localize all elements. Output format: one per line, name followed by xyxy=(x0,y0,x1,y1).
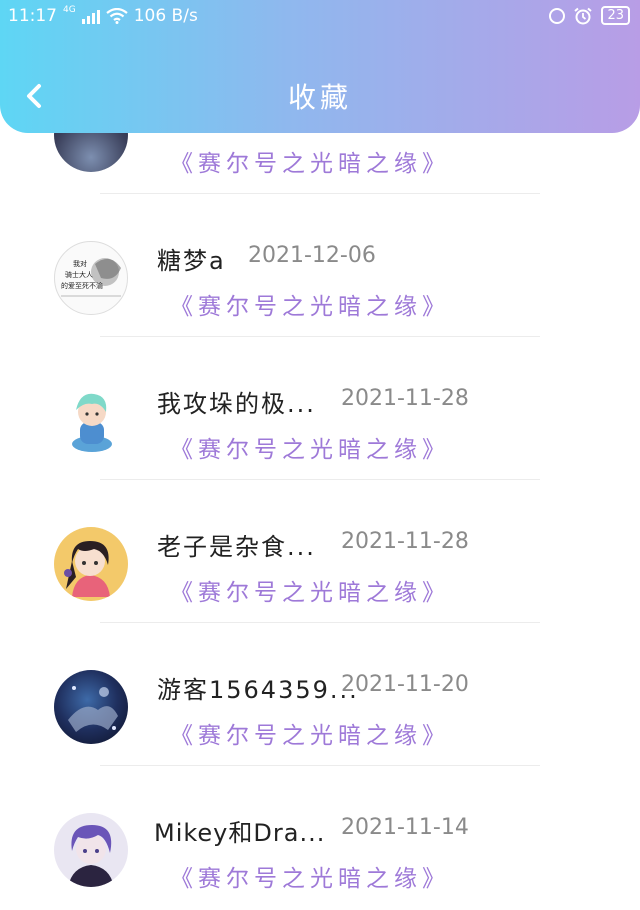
avatar xyxy=(54,813,128,887)
avatar-image xyxy=(64,541,110,597)
avatar: 我对 骑士大人 的爱至死不渝 xyxy=(54,241,128,315)
status-bar: 11:17 4G 106 B/s 23 xyxy=(0,0,640,34)
item-book-title[interactable]: 《赛尔号之光暗之缘》 xyxy=(170,144,450,178)
svg-text:我对: 我对 xyxy=(73,259,87,268)
page-title: 收藏 xyxy=(287,81,352,114)
divider xyxy=(100,622,540,623)
network-type: 4G xyxy=(63,5,76,15)
status-time: 11:17 xyxy=(8,6,57,26)
item-date: 2021-12-06 xyxy=(248,243,376,268)
network-speed: 106 B/s xyxy=(133,6,198,26)
wifi-icon xyxy=(106,8,128,24)
item-book-title[interactable]: 《赛尔号之光暗之缘》 xyxy=(170,573,450,607)
avatar-image xyxy=(72,393,112,452)
list-item[interactable]: 老子是杂食... 2021-11-28 《赛尔号之光暗之缘》 xyxy=(0,481,640,624)
divider xyxy=(100,765,540,766)
divider xyxy=(100,336,540,337)
item-name: 游客1564359... xyxy=(157,676,359,704)
svg-text:骑士大人: 骑士大人 xyxy=(65,270,93,279)
list-item[interactable]: Mikey和Dra... 2021-11-14 《赛尔号之光暗之缘》 xyxy=(0,767,640,910)
item-date: 2021-11-20 xyxy=(341,672,469,697)
item-book-title[interactable]: 《赛尔号之光暗之缘》 xyxy=(170,287,450,321)
item-name: 我攻垛的极... xyxy=(157,390,316,418)
header-bar: 11:17 4G 106 B/s 23 收藏 xyxy=(0,0,640,133)
svg-text:的爱至死不渝: 的爱至死不渝 xyxy=(61,281,103,290)
item-name: 老子是杂食... xyxy=(157,533,316,561)
avatar-image xyxy=(68,825,114,887)
item-book-title[interactable]: 《赛尔号之光暗之缘》 xyxy=(170,430,450,464)
item-book-title[interactable]: 《赛尔号之光暗之缘》 xyxy=(170,716,450,750)
avatar xyxy=(54,670,128,744)
avatar xyxy=(54,384,128,458)
divider xyxy=(100,479,540,480)
list-item[interactable]: 我对 骑士大人 的爱至死不渝 糖梦a 2021-12-06 《赛尔号之光暗之缘》 xyxy=(0,195,640,338)
item-name: 糖梦a xyxy=(157,247,226,275)
status-right: 23 xyxy=(549,6,630,25)
item-name: Mikey和Dra... xyxy=(154,819,326,847)
item-book-title[interactable]: 《赛尔号之光暗之缘》 xyxy=(170,859,450,893)
lock-icon xyxy=(549,7,566,24)
avatar xyxy=(54,527,128,601)
status-left: 11:17 4G 106 B/s xyxy=(8,5,198,26)
list-item[interactable]: 我攻垛的极... 2021-11-28 《赛尔号之光暗之缘》 xyxy=(0,338,640,481)
list-item[interactable]: 游客1564359... 2021-11-20 《赛尔号之光暗之缘》 xyxy=(0,624,640,767)
item-date: 2021-11-14 xyxy=(341,815,469,840)
divider xyxy=(100,193,540,194)
avatar-image xyxy=(68,686,118,732)
avatar-image: 我对 骑士大人 的爱至死不渝 xyxy=(61,258,121,297)
alarm-icon xyxy=(574,7,593,24)
item-date: 2021-11-28 xyxy=(341,386,469,411)
signal-icon xyxy=(81,8,100,24)
item-date: 2021-11-28 xyxy=(341,529,469,554)
battery-indicator: 23 xyxy=(601,6,630,25)
